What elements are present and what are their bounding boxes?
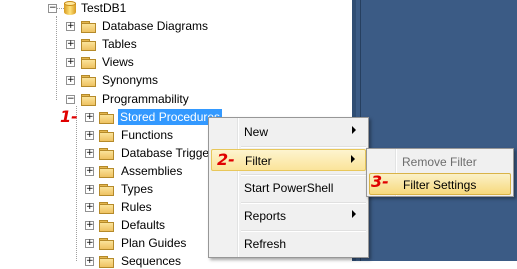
expand-icon[interactable]: + xyxy=(85,167,94,176)
menu-item-label: Refresh xyxy=(244,237,287,251)
step-2-marker: 2- xyxy=(217,150,235,169)
tree-node-synonyms[interactable]: Synonyms xyxy=(102,72,158,88)
expand-icon[interactable]: + xyxy=(66,22,75,31)
tree-node-plan-guides[interactable]: Plan Guides xyxy=(121,235,186,251)
step-1-marker: 1- xyxy=(60,107,78,126)
folder-icon xyxy=(99,256,115,268)
tree-node-views[interactable]: Views xyxy=(102,54,134,70)
menu-separator xyxy=(241,230,366,232)
folder-icon xyxy=(99,166,115,178)
tree-node-tables[interactable]: Tables xyxy=(102,36,137,52)
menu-item-label: Filter Settings xyxy=(403,178,477,192)
database-icon xyxy=(64,1,76,16)
expand-icon[interactable]: + xyxy=(85,185,94,194)
folder-icon xyxy=(99,112,115,124)
menu-item-filter-settings[interactable]: Filter Settings xyxy=(369,173,511,195)
tree-node-database-triggers[interactable]: Database Trigger xyxy=(121,145,213,161)
expand-icon[interactable]: + xyxy=(85,149,94,158)
submenu-arrow-icon xyxy=(351,155,355,163)
step-3-marker: 3- xyxy=(371,172,389,191)
menu-item-start-powershell[interactable]: Start PowerShell xyxy=(211,177,366,199)
folder-icon xyxy=(99,130,115,142)
menu-item-label: Start PowerShell xyxy=(244,181,334,195)
folder-icon xyxy=(81,94,97,106)
folder-icon xyxy=(81,57,97,69)
collapse-icon[interactable]: − xyxy=(66,95,75,104)
tree-node-programmability[interactable]: Programmability xyxy=(102,91,189,107)
tree-node-types[interactable]: Types xyxy=(121,181,153,197)
tree-node-rules[interactable]: Rules xyxy=(121,199,152,215)
tree-line xyxy=(56,8,64,9)
menu-separator xyxy=(241,146,366,148)
context-menu: New Filter Start PowerShell Reports Refr… xyxy=(208,117,369,258)
folder-icon xyxy=(99,238,115,250)
tree-node-database-diagrams[interactable]: Database Diagrams xyxy=(102,18,208,34)
menu-item-new[interactable]: New xyxy=(211,121,366,143)
tree-node-sequences[interactable]: Sequences xyxy=(121,253,181,269)
folder-icon xyxy=(99,220,115,232)
expand-icon[interactable]: + xyxy=(85,203,94,212)
tree-node-stored-procedures[interactable]: Stored Procedures xyxy=(118,109,223,125)
menu-item-label: Remove Filter xyxy=(402,155,477,169)
expand-icon[interactable]: + xyxy=(85,113,94,122)
menu-item-refresh[interactable]: Refresh xyxy=(211,233,366,255)
tree-line xyxy=(76,106,77,261)
right-pane xyxy=(352,0,517,261)
expand-icon[interactable]: + xyxy=(85,239,94,248)
folder-icon xyxy=(99,202,115,214)
menu-separator xyxy=(241,174,366,176)
tree-node-testdb1[interactable]: TestDB1 xyxy=(81,0,126,16)
tree-node-assemblies[interactable]: Assemblies xyxy=(121,163,182,179)
tree-node-defaults[interactable]: Defaults xyxy=(121,217,165,233)
folder-icon xyxy=(99,148,115,160)
folder-icon xyxy=(99,184,115,196)
expand-icon[interactable]: + xyxy=(85,131,94,140)
submenu-arrow-icon xyxy=(352,126,356,134)
submenu-arrow-icon xyxy=(352,210,356,218)
menu-separator xyxy=(241,202,366,204)
folder-icon xyxy=(81,75,97,87)
folder-icon xyxy=(81,21,97,33)
expand-icon[interactable]: + xyxy=(66,40,75,49)
tree-node-functions[interactable]: Functions xyxy=(121,127,173,143)
tree-line xyxy=(56,16,57,100)
expand-icon[interactable]: + xyxy=(85,221,94,230)
collapse-icon[interactable]: − xyxy=(48,4,57,13)
expand-icon[interactable]: + xyxy=(66,76,75,85)
expand-icon[interactable]: + xyxy=(66,58,75,67)
folder-icon xyxy=(81,39,97,51)
menu-item-reports[interactable]: Reports xyxy=(211,205,366,227)
expand-icon[interactable]: + xyxy=(85,257,94,266)
menu-item-label: New xyxy=(244,125,269,139)
menu-item-label: Reports xyxy=(244,209,287,223)
menu-item-label: Filter xyxy=(245,154,272,168)
menu-item-remove-filter[interactable]: Remove Filter xyxy=(369,151,511,173)
